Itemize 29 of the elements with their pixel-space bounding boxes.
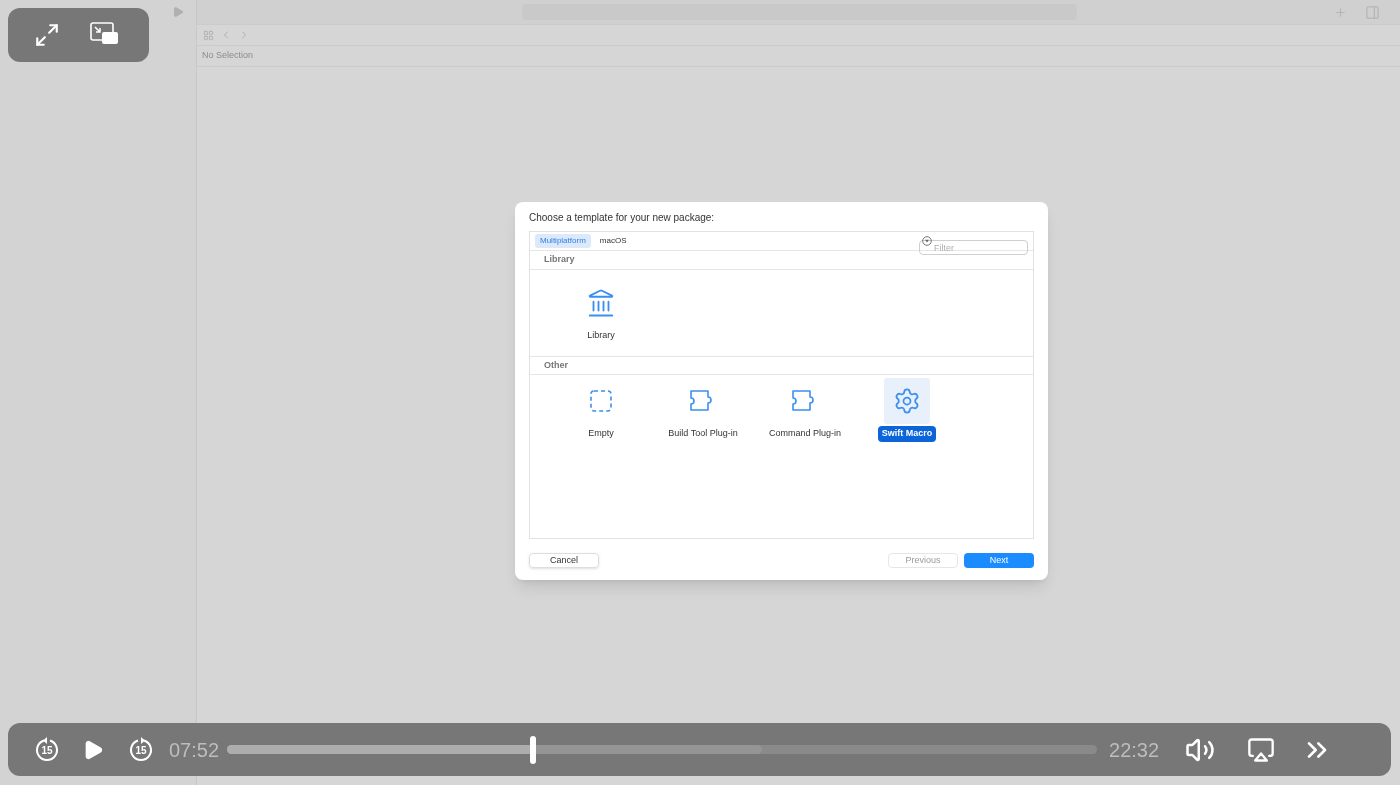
remaining-time: 22:32 bbox=[1109, 737, 1160, 763]
template-item[interactable]: Library bbox=[550, 280, 652, 356]
template-item[interactable]: Build Tool Plug-in bbox=[652, 378, 754, 442]
columns-building-icon bbox=[586, 288, 616, 318]
template-item[interactable]: Swift Macro bbox=[856, 378, 958, 442]
skip-forward-button[interactable]: 15 bbox=[128, 736, 154, 763]
template-label: Empty bbox=[587, 427, 615, 440]
elapsed-time: 07:52 bbox=[169, 737, 220, 763]
template-label: Command Plug-in bbox=[768, 427, 842, 440]
filter-icon bbox=[922, 236, 932, 246]
progress-slider[interactable] bbox=[227, 735, 1098, 764]
template-label: Build Tool Plug-in bbox=[667, 427, 739, 440]
platform-tab[interactable]: macOS bbox=[594, 234, 632, 248]
progress-handle[interactable] bbox=[530, 735, 537, 764]
template-label: Swift Macro bbox=[877, 426, 937, 442]
gear-icon bbox=[893, 387, 921, 415]
template-label: Library bbox=[586, 329, 616, 342]
editor-title: No Selection bbox=[202, 49, 254, 63]
filter-field[interactable]: Filter bbox=[919, 240, 1028, 255]
expand-icon[interactable] bbox=[34, 22, 60, 48]
section-header: Library bbox=[544, 253, 575, 267]
dialog-title: Choose a template for your new package: bbox=[529, 211, 716, 225]
template-item[interactable]: Command Plug-in bbox=[754, 378, 856, 442]
airplay-icon[interactable] bbox=[1247, 735, 1276, 764]
template-item[interactable]: Empty bbox=[550, 378, 652, 442]
dashed-square-icon bbox=[589, 389, 613, 413]
skip-back-button[interactable]: 15 bbox=[34, 736, 60, 763]
cancel-button[interactable]: Cancel bbox=[529, 553, 599, 568]
section-header: Other bbox=[544, 358, 568, 372]
